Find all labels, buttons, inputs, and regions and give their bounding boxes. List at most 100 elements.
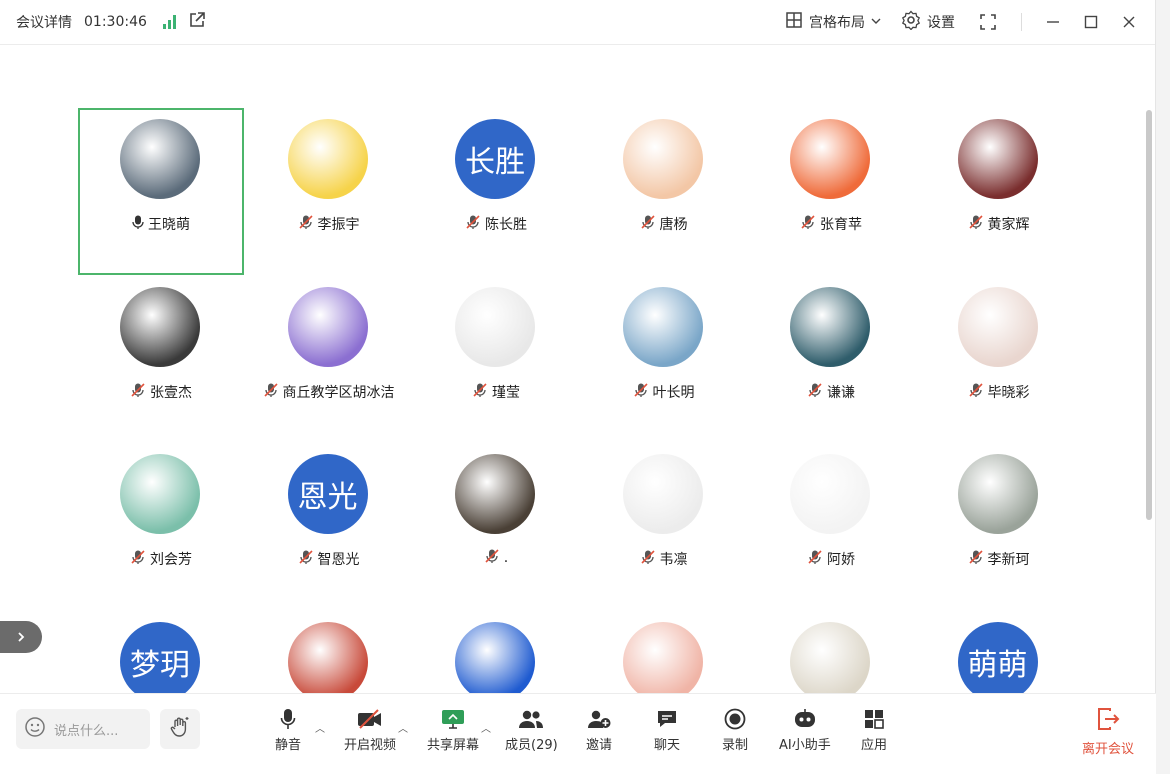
- participant-name-row: 李振宇: [246, 214, 412, 234]
- invite-button[interactable]: 邀请: [586, 708, 612, 753]
- participant-name: 谦谦: [827, 384, 855, 401]
- participant-tile[interactable]: 恩光 智恩光: [246, 443, 412, 610]
- titlebar-divider: [1021, 13, 1022, 31]
- expand-sidebar-button[interactable]: [0, 621, 42, 653]
- video-label: 开启视频: [344, 738, 397, 753]
- participant-tile[interactable]: 长胜 陈长胜: [413, 108, 579, 275]
- participant-tile[interactable]: 韦凛: [581, 443, 747, 610]
- chat-label: 聊天: [654, 738, 681, 753]
- participant-name-row: 叶长明: [581, 382, 747, 402]
- participant-tile[interactable]: .: [413, 443, 579, 610]
- close-icon[interactable]: [1122, 15, 1136, 29]
- participant-tile[interactable]: 谦谦: [748, 276, 914, 443]
- members-icon: [518, 708, 544, 730]
- participant-name: 智恩光: [317, 552, 360, 568]
- participant-tile[interactable]: [581, 611, 747, 693]
- participant-avatar: [790, 621, 870, 693]
- invite-label: 邀请: [586, 738, 613, 753]
- participant-avatar: [455, 621, 535, 693]
- video-options-caret-icon[interactable]: ︿: [398, 720, 408, 735]
- participant-name-row: 张育苹: [748, 214, 914, 234]
- microphone-muted-icon: [298, 550, 314, 568]
- participant-tile[interactable]: 张育苹: [748, 108, 914, 275]
- fullscreen-icon[interactable]: [979, 13, 997, 31]
- participant-tile[interactable]: 阿娇: [748, 443, 914, 610]
- grid-layout-icon: [785, 11, 803, 33]
- participant-tile[interactable]: [246, 611, 412, 693]
- participant-name: .: [503, 550, 509, 566]
- members-button[interactable]: 成员(29): [505, 708, 558, 753]
- participant-name-row: 韦凛: [581, 549, 747, 569]
- gear-icon: [901, 10, 921, 34]
- participant-tile[interactable]: 唐杨: [581, 108, 747, 275]
- meeting-details-link[interactable]: 会议详情: [16, 12, 72, 32]
- participant-name-row: .: [413, 549, 579, 567]
- participant-tile[interactable]: 梦玥: [78, 611, 244, 693]
- participant-tile[interactable]: 李振宇: [246, 108, 412, 275]
- participant-avatar: [790, 119, 870, 199]
- participant-avatar: [622, 286, 703, 367]
- layout-label: 宫格布局: [809, 15, 865, 31]
- record-label: 录制: [722, 738, 749, 753]
- apps-button[interactable]: 应用: [861, 708, 887, 753]
- raise-hand-button[interactable]: [160, 709, 200, 749]
- participant-name-row: 毕晓彩: [916, 382, 1082, 402]
- participant-name: 叶长明: [652, 384, 695, 401]
- settings-button[interactable]: 设置: [901, 10, 955, 34]
- ai-assistant-button[interactable]: AI小助手: [779, 708, 831, 753]
- microphone-muted-icon: [130, 382, 146, 401]
- chat-button[interactable]: 聊天: [654, 708, 680, 753]
- participant-tile[interactable]: 瑾莹: [413, 276, 579, 443]
- avatar-initials: 萌萌: [967, 647, 1028, 683]
- participant-name-row: 瑾莹: [413, 382, 579, 402]
- share-screen-button[interactable]: 共享屏幕: [427, 708, 479, 753]
- participant-name: 唐杨: [659, 217, 688, 233]
- participant-tile[interactable]: 王晓萌: [78, 108, 244, 275]
- microphone-muted-icon: [472, 382, 488, 401]
- participant-avatar: [120, 119, 200, 199]
- participant-avatar: [287, 286, 368, 367]
- meeting-timer: 01:30:46: [84, 14, 147, 30]
- participant-tile[interactable]: 刘会芳: [78, 443, 244, 610]
- microphone-muted-icon: [800, 215, 816, 233]
- participant-name: 李振宇: [317, 217, 360, 233]
- participant-tile[interactable]: [413, 611, 579, 693]
- participant-name: 王晓萌: [148, 217, 190, 233]
- participant-avatar: 萌萌: [957, 621, 1038, 693]
- participant-tile[interactable]: 商丘教学区胡冰洁: [246, 276, 412, 443]
- signal-icon[interactable]: [162, 15, 176, 29]
- video-button[interactable]: 开启视频: [344, 708, 396, 753]
- participant-tile[interactable]: 毕晓彩: [916, 276, 1082, 443]
- participant-name: 陈长胜: [485, 217, 527, 233]
- settings-label: 设置: [927, 15, 955, 31]
- participant-avatar: [622, 454, 703, 534]
- participant-tile[interactable]: 李新珂: [916, 443, 1082, 610]
- participant-avatar: [455, 286, 535, 367]
- microphone-icon: [280, 708, 296, 730]
- share-options-caret-icon[interactable]: ︿: [481, 720, 491, 735]
- participant-tile[interactable]: 萌萌: [916, 611, 1082, 693]
- participant-tile[interactable]: 张壹杰: [78, 276, 244, 443]
- layout-dropdown[interactable]: 宫格布局: [785, 11, 881, 33]
- record-button[interactable]: 录制: [722, 708, 748, 753]
- participant-name: 张育苹: [820, 217, 862, 233]
- participant-tile[interactable]: [748, 611, 914, 693]
- participant-name-row: 谦谦: [748, 382, 914, 402]
- ai-assistant-icon: [792, 708, 818, 730]
- leave-icon: [1096, 708, 1120, 734]
- mute-options-caret-icon[interactable]: ︿: [315, 720, 325, 735]
- participant-tile[interactable]: 叶长明: [581, 276, 747, 443]
- chat-input[interactable]: 说点什么...: [16, 709, 150, 749]
- maximize-icon[interactable]: [1084, 15, 1098, 29]
- leave-meeting-button[interactable]: 离开会议: [1082, 708, 1134, 757]
- emoji-icon[interactable]: [24, 716, 46, 742]
- popout-icon[interactable]: [188, 11, 206, 33]
- mute-button[interactable]: 静音: [275, 708, 301, 753]
- participant-avatar: [120, 286, 200, 367]
- participant-grid: 王晓萌 李振宇 长胜 陈长胜唐杨 张育苹 黄家辉张壹杰 商丘教学区胡冰洁 瑾莹 叶长明 谦谦 毕晓彩…: [78, 108, 1088, 693]
- participant-tile[interactable]: 黄家辉: [916, 108, 1082, 275]
- microphone-muted-icon: [968, 215, 984, 233]
- minimize-icon[interactable]: [1046, 15, 1060, 29]
- microphone-muted-icon: [633, 382, 649, 401]
- scrollbar[interactable]: [1146, 110, 1152, 520]
